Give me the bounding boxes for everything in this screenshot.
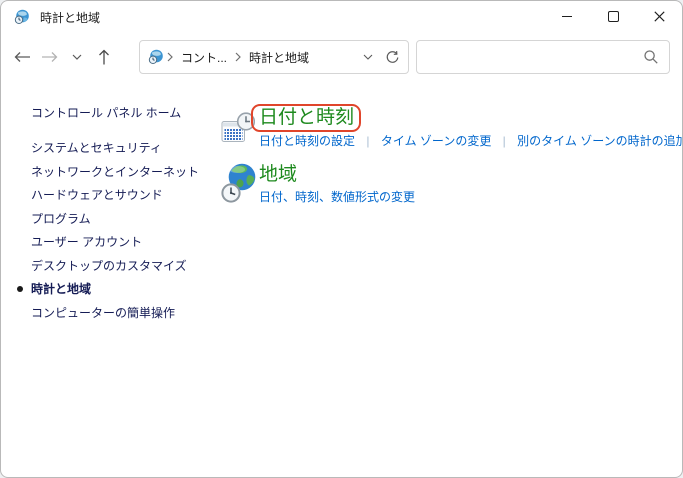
- forward-button[interactable]: [36, 43, 63, 71]
- window-title: 時計と地域: [40, 9, 100, 26]
- chevron-down-icon: [72, 54, 82, 60]
- close-button[interactable]: [636, 1, 682, 32]
- sidebar-item-hardware-sound[interactable]: ハードウェアとサウンド: [31, 189, 207, 201]
- sidebar-item-system-security[interactable]: システムとセキュリティ: [31, 142, 207, 154]
- sidebar-item-network-internet[interactable]: ネットワークとインターネット: [31, 166, 207, 178]
- address-bar[interactable]: コント... 時計と地域: [139, 40, 409, 74]
- back-button[interactable]: [9, 43, 36, 71]
- clock-region-icon: [14, 9, 30, 25]
- chevron-down-icon: [363, 54, 373, 60]
- sidebar-item-programs[interactable]: プログラム: [31, 213, 207, 225]
- maximize-icon: [608, 11, 619, 22]
- maximize-button[interactable]: [590, 1, 636, 32]
- link-set-date-time[interactable]: 日付と時刻の設定: [259, 134, 355, 148]
- up-icon: [98, 49, 110, 65]
- control-panel-window: 時計と地域: [0, 0, 683, 478]
- clock-region-icon[interactable]: [148, 49, 164, 65]
- content-area: コントロール パネル ホーム システムとセキュリティ ネットワークとインターネッ…: [1, 87, 682, 478]
- sidebar-item-control-panel-home[interactable]: コントロール パネル ホーム: [31, 107, 207, 119]
- breadcrumb-item-clock-region[interactable]: 時計と地域: [244, 49, 314, 66]
- sidebar-item-clock-region[interactable]: 時計と地域: [31, 283, 207, 295]
- breadcrumb-chevron-icon[interactable]: [164, 52, 176, 62]
- section-date-time: 日付と時刻 日付と時刻の設定 | タイム ゾーンの変更 | 別のタイム ゾーンの…: [221, 107, 683, 152]
- link-change-formats[interactable]: 日付、時刻、数値形式の変更: [259, 190, 415, 204]
- window-controls: [544, 1, 682, 33]
- breadcrumb-chevron-icon[interactable]: [232, 52, 244, 62]
- link-change-time-zone[interactable]: タイム ゾーンの変更: [381, 134, 492, 148]
- active-item-bullet: [17, 286, 23, 292]
- refresh-icon: [385, 50, 400, 65]
- section-title-date-time[interactable]: 日付と時刻: [251, 104, 361, 132]
- back-icon: [14, 51, 31, 63]
- close-icon: [654, 11, 665, 22]
- main-panel: 日付と時刻 日付と時刻の設定 | タイム ゾーンの変更 | 別のタイム ゾーンの…: [207, 87, 683, 478]
- sidebar-item-ease-of-access[interactable]: コンピューターの簡単操作: [31, 307, 207, 319]
- search-input[interactable]: [427, 49, 643, 65]
- minimize-button[interactable]: [544, 1, 590, 32]
- sidebar-item-user-accounts[interactable]: ユーザー アカウント: [31, 236, 207, 248]
- recent-locations-button[interactable]: [63, 43, 90, 71]
- refresh-button[interactable]: [385, 50, 400, 65]
- minimize-icon: [562, 16, 572, 17]
- titlebar: 時計と地域: [1, 1, 682, 33]
- breadcrumb-item-control-panel[interactable]: コント...: [176, 49, 232, 66]
- sidebar-item-appearance[interactable]: デスクトップのカスタマイズ: [31, 260, 207, 272]
- up-button[interactable]: [90, 43, 117, 71]
- navigation-toolbar: コント... 時計と地域: [1, 33, 682, 87]
- section-region: 地域 日付、時刻、数値形式の変更: [221, 164, 683, 209]
- forward-icon: [41, 51, 58, 63]
- link-add-clocks[interactable]: 別のタイム ゾーンの時計の追加: [517, 134, 683, 148]
- search-icon[interactable]: [643, 49, 659, 65]
- sidebar: コントロール パネル ホーム システムとセキュリティ ネットワークとインターネッ…: [1, 87, 207, 478]
- link-separator: |: [366, 134, 369, 148]
- region-globe-clock-icon[interactable]: [221, 162, 257, 209]
- section-title-region[interactable]: 地域: [259, 164, 297, 186]
- search-box[interactable]: [416, 40, 670, 74]
- address-dropdown-button[interactable]: [363, 54, 373, 60]
- link-separator: |: [503, 134, 506, 148]
